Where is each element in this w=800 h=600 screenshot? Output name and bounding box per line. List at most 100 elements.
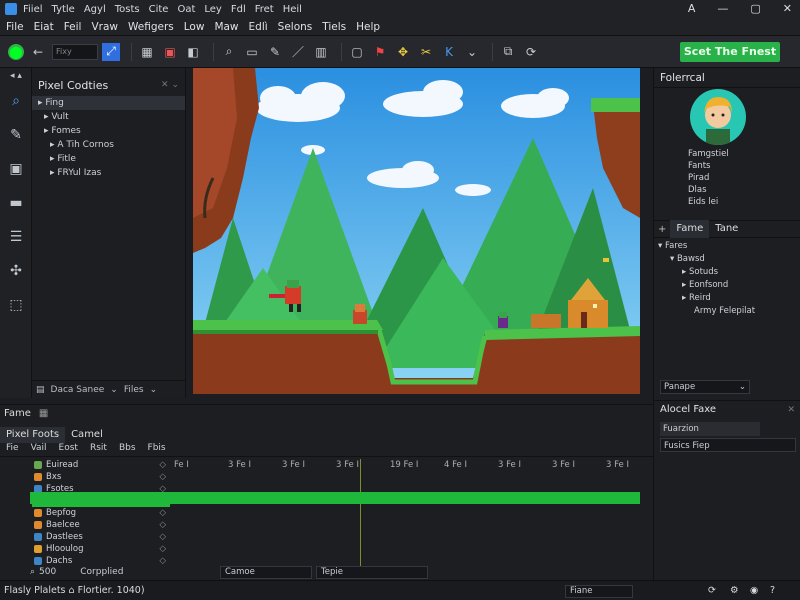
flag-icon[interactable]: ⚑ bbox=[371, 43, 389, 61]
title-item[interactable]: Oat bbox=[177, 4, 195, 15]
scene-tree-item[interactable]: ▾ Fares bbox=[658, 240, 798, 253]
title-item[interactable]: Tosts bbox=[115, 4, 140, 15]
panel-select[interactable]: Panape ⌄ bbox=[660, 380, 750, 394]
layers-icon[interactable]: ▭ bbox=[243, 43, 261, 61]
timeline-dropdown-1[interactable]: Camoe bbox=[220, 566, 312, 579]
box-icon[interactable]: ⬚ bbox=[0, 288, 32, 322]
list-icon[interactable]: ☰ bbox=[0, 220, 32, 254]
tab-tane[interactable]: Tane bbox=[709, 220, 744, 238]
page-icon[interactable]: ▢ bbox=[348, 43, 366, 61]
menu-item[interactable]: Edlì bbox=[249, 21, 268, 33]
chevron-down-icon[interactable]: ⌄ bbox=[110, 385, 118, 395]
maximize-icon[interactable]: ▢ bbox=[750, 0, 760, 18]
timeline-track[interactable]: Hlooulog ◇ bbox=[32, 543, 170, 555]
tab-camel[interactable]: Camel bbox=[65, 427, 109, 443]
export-icon[interactable]: ⧉ bbox=[499, 43, 517, 61]
search-icon[interactable]: ⌕ bbox=[0, 84, 32, 118]
timeline-menu-item[interactable]: Vail bbox=[31, 443, 47, 456]
timeline-dropdown-2[interactable]: Tepie bbox=[316, 566, 428, 579]
menu-item[interactable]: Help bbox=[356, 21, 380, 33]
start-button[interactable]: Scet The Fnest bbox=[680, 42, 780, 62]
puzzle-icon[interactable]: ✣ bbox=[0, 254, 32, 288]
tab-pixel-foots[interactable]: Pixel Foots bbox=[0, 427, 66, 443]
menu-item[interactable]: Low bbox=[184, 21, 205, 33]
title-item[interactable]: Fdl bbox=[231, 4, 246, 15]
help-icon[interactable]: ? bbox=[770, 585, 775, 596]
pixel-tool-icon[interactable]: ⤢ bbox=[102, 42, 120, 61]
menu-item[interactable]: Tiels bbox=[322, 21, 346, 33]
move-icon[interactable]: ✥ bbox=[394, 43, 412, 61]
timeline-menu-item[interactable]: Rsit bbox=[90, 443, 107, 456]
property-field-1[interactable]: Fuarzion bbox=[660, 422, 760, 436]
pencil-icon[interactable]: ✎ bbox=[266, 43, 284, 61]
timeline-menu-item[interactable]: Bbs bbox=[119, 443, 136, 456]
tab-fame[interactable]: Fame bbox=[670, 220, 710, 238]
zoom-icon[interactable]: ⌕ bbox=[30, 567, 35, 577]
timeline-menu-item[interactable]: Fie bbox=[6, 443, 19, 456]
tree-item[interactable]: ▸ Fing bbox=[32, 96, 185, 110]
title-item[interactable]: Heil bbox=[283, 4, 302, 15]
keyframe-icon[interactable]: ◇ bbox=[159, 471, 166, 483]
tree-item[interactable]: ▸ A Tih Cornos bbox=[32, 138, 185, 152]
notification-icon[interactable]: ◉ bbox=[750, 585, 758, 596]
grid-icon[interactable]: ▦ bbox=[138, 43, 156, 61]
keyframe-icon[interactable]: ◇ bbox=[159, 507, 166, 519]
menu-item[interactable]: Feil bbox=[64, 21, 82, 33]
grid-icon[interactable]: ▦ bbox=[39, 408, 48, 419]
title-item[interactable]: Cite bbox=[149, 4, 169, 15]
sync-icon[interactable]: ⟳ bbox=[708, 585, 716, 596]
explorer-footer-tab-1[interactable]: Daca Sanee bbox=[51, 385, 105, 395]
palette-icon[interactable]: ▣ bbox=[161, 43, 179, 61]
chevron-down-icon[interactable]: ⌄ bbox=[463, 43, 481, 61]
scene-tree-item[interactable]: ▸ Eonfsond bbox=[658, 279, 798, 292]
title-item[interactable]: Agyl bbox=[84, 4, 106, 15]
scene-tree-item[interactable]: Army Felepilat bbox=[658, 305, 798, 318]
timeline-track[interactable]: Baelcee ◇ bbox=[32, 519, 170, 531]
run-icon[interactable]: ⬤ bbox=[8, 43, 24, 60]
scene-tree-item[interactable]: ▸ Sotuds bbox=[658, 266, 798, 279]
timeline-track[interactable]: Bxs ◇ bbox=[32, 471, 170, 483]
game-viewport[interactable] bbox=[193, 68, 640, 394]
keyframe-icon[interactable]: ◇ bbox=[159, 459, 166, 471]
add-icon[interactable]: + bbox=[654, 224, 670, 235]
image-icon[interactable]: ▣ bbox=[0, 152, 32, 186]
timeline-track[interactable]: Euiread ◇ bbox=[32, 459, 170, 471]
menu-item[interactable]: File bbox=[6, 21, 24, 33]
title-item[interactable]: Tytle bbox=[52, 4, 75, 15]
keyframe-icon[interactable]: ◇ bbox=[159, 531, 166, 543]
tree-item[interactable]: ▸ Fomes bbox=[32, 124, 185, 138]
title-item[interactable]: Fret bbox=[255, 4, 274, 15]
timeline-track[interactable]: Bepfog ◇ bbox=[32, 507, 170, 519]
settings-icon[interactable]: ⚙ bbox=[730, 585, 739, 596]
scene-tree-item[interactable]: ▾ Bawsd bbox=[658, 253, 798, 266]
explorer-footer-tab-2[interactable]: Files bbox=[124, 385, 144, 395]
zoom-icon[interactable]: ⌕ bbox=[220, 43, 238, 61]
close-icon[interactable]: ✕ bbox=[783, 0, 792, 18]
menu-item[interactable]: Vraw bbox=[91, 21, 118, 33]
minimize-icon[interactable]: — bbox=[717, 0, 728, 18]
timeline-menu-item[interactable]: Eost bbox=[59, 443, 78, 456]
menu-item[interactable]: Maw bbox=[214, 21, 238, 33]
close-icon[interactable]: ✕ bbox=[787, 405, 795, 415]
toolbar-input[interactable]: Fixy bbox=[52, 43, 98, 60]
playhead[interactable] bbox=[360, 459, 361, 569]
property-field-2[interactable]: Fusics Fiep bbox=[660, 438, 796, 452]
title-item[interactable]: Ley bbox=[204, 4, 221, 15]
account-icon[interactable]: A bbox=[688, 0, 696, 18]
menu-item[interactable]: Wefigers bbox=[128, 21, 174, 33]
back-arrow-icon[interactable]: ← bbox=[29, 43, 47, 61]
tree-item[interactable]: ▸ FRYul Izas bbox=[32, 166, 185, 180]
keyframe-icon[interactable]: ◇ bbox=[159, 519, 166, 531]
timeline-track[interactable]: Dastlees ◇ bbox=[32, 531, 170, 543]
bucket-icon[interactable]: ◧ bbox=[184, 43, 202, 61]
keyframe-icon[interactable]: ◇ bbox=[159, 543, 166, 555]
tools-icon[interactable]: ✂ bbox=[417, 43, 435, 61]
pen-icon[interactable]: ✎ bbox=[0, 118, 32, 152]
title-item[interactable]: Fiiel bbox=[23, 4, 43, 15]
chevron-down-icon[interactable]: ⌄ bbox=[150, 385, 158, 395]
scene-tree-item[interactable]: ▸ Reird bbox=[658, 292, 798, 305]
refresh-icon[interactable]: ⟳ bbox=[522, 43, 540, 61]
brush-icon[interactable]: ／ bbox=[289, 43, 307, 61]
menu-item[interactable]: Eiat bbox=[34, 21, 54, 33]
k-tool-icon[interactable]: K bbox=[440, 43, 458, 61]
